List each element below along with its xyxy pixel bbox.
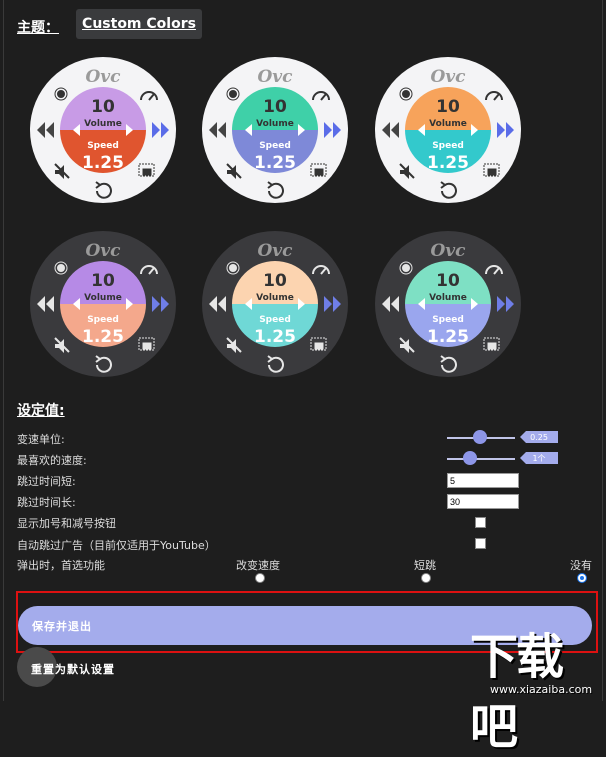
skip-long-input[interactable] (447, 494, 519, 509)
speed-unit-label: 变速单位: (17, 433, 65, 446)
popup-option-change-speed-label: 改变速度 (236, 559, 280, 572)
frame-edge-right (602, 0, 603, 701)
speed-label: Speed (432, 141, 464, 151)
settings-title: 设定值: (17, 403, 65, 419)
speed-value: 1.25 (82, 327, 124, 347)
theme-preview-dial[interactable]: Ovc 10 Volume Speed 1.25 (374, 56, 522, 204)
theme-preview-dial[interactable]: Ovc 10 Volume Speed 1.25 (201, 230, 349, 378)
theme-preview-dial[interactable]: Ovc 10 Volume Speed 1.25 (29, 230, 177, 378)
skip-long-label: 跳过时间长: (17, 496, 76, 509)
speed-value: 1.25 (82, 153, 124, 173)
radio-dot-icon (402, 264, 410, 272)
radio-dot-icon (57, 264, 65, 272)
popup-option-change-speed-radio[interactable] (255, 573, 265, 583)
speed-label: Speed (259, 141, 291, 151)
speed-value: 1.25 (427, 327, 469, 347)
radio-dot-icon (229, 264, 237, 272)
dial-brand: Ovc (85, 67, 121, 87)
popup-option-none-radio[interactable] (577, 573, 587, 583)
theme-preview-dial[interactable]: Ovc 10 Volume Speed 1.25 (29, 56, 177, 204)
favorite-speed-label: 最喜欢的速度: (17, 454, 87, 467)
theme-preview-dial[interactable]: Ovc 10 Volume Speed 1.25 (374, 230, 522, 378)
speed-label: Speed (432, 315, 464, 325)
favorite-speed-slider-thumb[interactable] (463, 451, 477, 465)
speed-unit-value: 0.25 (520, 431, 558, 443)
radio-dot-icon (229, 90, 237, 98)
favorite-speed-value: 1个 (520, 452, 558, 464)
dial-brand: Ovc (257, 67, 293, 87)
popup-option-none-label: 没有 (570, 559, 592, 572)
dial-brand: Ovc (430, 67, 466, 87)
reset-defaults-button[interactable]: 重置为默认设置 (31, 661, 115, 677)
volume-value: 10 (91, 271, 115, 291)
volume-label: Volume (256, 119, 294, 129)
speed-value: 1.25 (254, 153, 296, 173)
volume-label: Volume (84, 293, 122, 303)
volume-label: Volume (84, 119, 122, 129)
dial-brand: Ovc (257, 241, 293, 261)
skip-short-label: 跳过时间短: (17, 475, 76, 488)
popup-option-short-skip-radio[interactable] (421, 573, 431, 583)
popup-pref-label: 弹出时，首选功能 (17, 559, 105, 572)
speed-value: 1.25 (254, 327, 296, 347)
volume-value: 10 (263, 97, 287, 117)
volume-value: 10 (436, 97, 460, 117)
radio-dot-icon (402, 90, 410, 98)
auto-skip-ads-label: 自动跳过广告（目前仅适用于YouTube） (17, 539, 216, 552)
dial-brand: Ovc (430, 241, 466, 261)
popup-option-short-skip-label: 短跳 (414, 559, 436, 572)
speed-label: Speed (259, 315, 291, 325)
radio-dot-icon (57, 90, 65, 98)
show-plus-minus-checkbox[interactable] (475, 517, 486, 528)
volume-label: Volume (256, 293, 294, 303)
favorite-speed-slider[interactable] (447, 458, 515, 460)
show-plus-minus-label: 显示加号和减号按钮 (17, 517, 116, 530)
speed-label: Speed (87, 141, 119, 151)
skip-short-input[interactable] (447, 473, 519, 488)
volume-label: Volume (429, 119, 467, 129)
volume-value: 10 (436, 271, 460, 291)
theme-label: 主题： (17, 20, 59, 36)
frame-edge-left (3, 0, 4, 701)
volume-value: 10 (91, 97, 115, 117)
speed-label: Speed (87, 315, 119, 325)
auto-skip-ads-checkbox[interactable] (475, 538, 486, 549)
speed-value: 1.25 (427, 153, 469, 173)
volume-value: 10 (263, 271, 287, 291)
speed-unit-slider-thumb[interactable] (473, 430, 487, 444)
theme-select-button[interactable]: Custom Colors (76, 9, 202, 39)
dial-brand: Ovc (85, 241, 121, 261)
theme-preview-dial[interactable]: Ovc 10 Volume Speed 1.25 (201, 56, 349, 204)
volume-label: Volume (429, 293, 467, 303)
watermark-url: www.xiazaiba.com (490, 683, 593, 696)
